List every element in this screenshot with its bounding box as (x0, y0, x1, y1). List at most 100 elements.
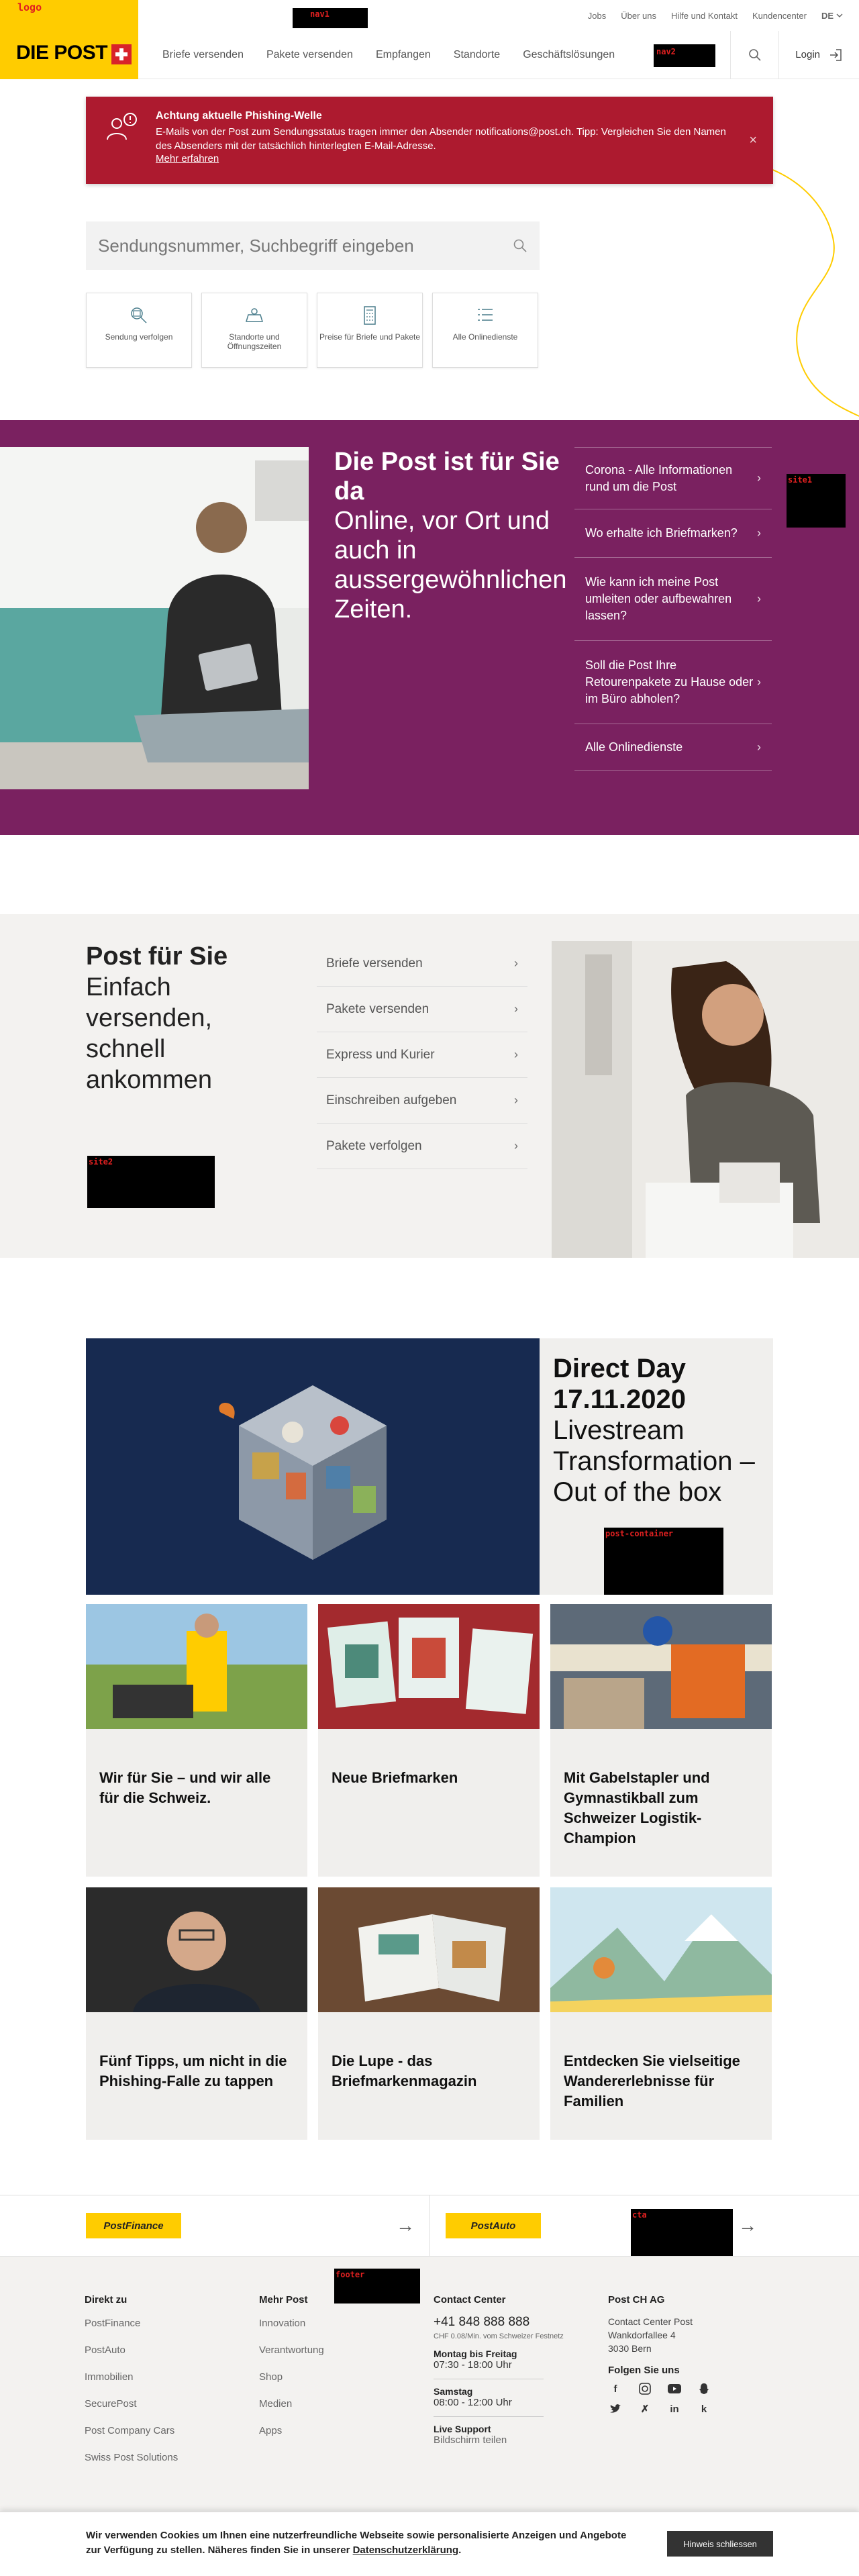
main-nav: logo DIE POST Briefe versenden Pakete ve… (0, 0, 859, 79)
footer-link[interactable]: Immobilien (85, 2369, 178, 2386)
footer-link[interactable]: SecurePost (85, 2395, 178, 2413)
meta-link-jobs[interactable]: Jobs (588, 11, 606, 21)
teaser-card[interactable]: Entdecken Sie vielseitige Wandererlebnis… (550, 1887, 772, 2140)
weekday-label: Montag bis Freitag (434, 2348, 517, 2359)
pfs-link-registered[interactable]: Einschreiben aufgeben › (317, 1078, 527, 1124)
teaser-card[interactable]: Mit Gabelstapler und Gymnastikball zum S… (550, 1604, 772, 1877)
contact-phone[interactable]: +41 848 888 888 (434, 2315, 564, 2330)
facebook-icon[interactable]: f (608, 2381, 623, 2396)
login-button[interactable]: Login (778, 30, 859, 79)
tile-all-services[interactable]: Alle Onlinedienste (432, 293, 538, 368)
contact-phone-note: CHF 0.08/Min. vom Schweizer Festnetz (434, 2332, 564, 2340)
footer-col-title: Mehr Post (259, 2294, 308, 2306)
direct-day-subtitle: Livestream Transformation – Out of the b… (553, 1416, 755, 1507)
footer-col-more: Mehr Post Innovation Verantwortung Shop … (259, 2294, 324, 2449)
pfs-link-label: Pakete verfolgen (326, 1138, 422, 1153)
redacted-nav1 (293, 8, 368, 28)
footer-link[interactable]: Apps (259, 2422, 324, 2440)
meta-link-customer-center[interactable]: Kundencenter (752, 11, 807, 21)
pfs-title: Post für Sie (86, 942, 228, 971)
tile-prices[interactable]: Preise für Briefe und Pakete (317, 293, 423, 368)
snapchat-icon[interactable] (697, 2381, 711, 2396)
chevron-right-icon: › (514, 956, 518, 970)
purple-link-corona[interactable]: Corona - Alle Informationen rund um die … (574, 447, 772, 509)
pfs-link-letters[interactable]: Briefe versenden › (317, 941, 527, 987)
chevron-right-icon: › (757, 471, 761, 485)
alert-people-icon (107, 113, 137, 140)
phishing-alert: Achtung aktuelle Phishing-Welle E-Mails … (86, 97, 773, 184)
alert-content: Achtung aktuelle Phishing-Welle E-Mails … (156, 110, 740, 170)
pfs-link-express[interactable]: Express und Kurier › (317, 1032, 527, 1078)
post-logo[interactable]: logo DIE POST (0, 0, 138, 79)
purple-link-label: Soll die Post Ihre Retourenpakete zu Hau… (585, 658, 754, 705)
live-support-label: Live Support (434, 2424, 491, 2434)
pfs-link-parcels[interactable]: Pakete versenden › (317, 987, 527, 1032)
purple-link-redirect[interactable]: Wie kann ich meine Post umleiten oder au… (574, 557, 772, 640)
privacy-policy-link[interactable]: Datenschutzerklärung (353, 2544, 459, 2556)
logo-label: logo (17, 1, 42, 13)
tile-label: Standorte und Öffnungszeiten (227, 332, 282, 351)
direct-day-teaser[interactable]: Direct Day 17.11.2020 Livestream Transfo… (540, 1338, 773, 1595)
redacted-footer-label: footer (336, 2270, 365, 2279)
nav-item-letters[interactable]: Briefe versenden (162, 49, 244, 61)
instagram-icon[interactable] (638, 2381, 652, 2396)
footer-link[interactable]: Swiss Post Solutions (85, 2449, 178, 2467)
search-input[interactable] (98, 235, 513, 256)
live-support-link[interactable]: Bildschirm teilen (434, 2434, 564, 2446)
tile-locations[interactable]: Standorte und Öffnungszeiten (201, 293, 307, 368)
cookie-close-button[interactable]: Hinweis schliessen (667, 2531, 773, 2557)
tile-track-shipment[interactable]: Sendung verfolgen (86, 293, 192, 368)
kununu-icon[interactable]: k (697, 2401, 711, 2416)
language-label: DE (821, 10, 833, 21)
saturday-hours: 08:00 - 12:00 Uhr (434, 2397, 512, 2408)
track-icon (131, 307, 147, 324)
teaser-card[interactable]: Fünf Tipps, um nicht in die Phishing-Fal… (86, 1887, 307, 2140)
decorative-curve (704, 161, 859, 417)
purple-link-pickup[interactable]: Soll die Post Ihre Retourenpakete zu Hau… (574, 640, 772, 724)
footer-link[interactable]: Medien (259, 2395, 324, 2413)
footer-link[interactable]: PostFinance (85, 2315, 178, 2332)
nav-item-business[interactable]: Geschäftslösungen (523, 49, 615, 61)
nav-search-button[interactable] (730, 30, 778, 79)
footer-link[interactable]: Shop (259, 2369, 324, 2386)
purple-link-stamps[interactable]: Wo erhalte ich Briefmarken? › (574, 509, 772, 557)
cookie-text-block: Wir verwenden Cookies um Ihnen eine nutz… (86, 2528, 636, 2558)
location-icon (245, 308, 264, 322)
nav-item-receive[interactable]: Empfangen (376, 49, 431, 61)
xing-icon[interactable]: ✗ (638, 2401, 652, 2416)
footer-col-title: Post CH AG (608, 2294, 665, 2306)
chevron-right-icon: › (757, 675, 761, 689)
nav-item-locations[interactable]: Standorte (454, 49, 500, 61)
footer-link[interactable]: Post Company Cars (85, 2422, 178, 2440)
alert-close-button[interactable]: × (749, 133, 757, 148)
stamps-image (318, 1604, 540, 1729)
twitter-icon[interactable] (608, 2401, 623, 2416)
teaser-card[interactable]: Wir für Sie – und wir alle für die Schwe… (86, 1604, 307, 1877)
teaser-card[interactable]: Die Lupe - das Briefmarkenmagazin (318, 1887, 540, 2140)
language-selector[interactable]: DE (821, 11, 843, 21)
partner-postfinance[interactable]: PostFinance → (86, 2195, 415, 2256)
magazine-image (318, 1887, 540, 2012)
search-icon[interactable] (513, 238, 527, 253)
purple-link-all-services[interactable]: Alle Onlinedienste › (574, 724, 772, 771)
social-row-2: ✗ in k (608, 2401, 711, 2416)
footer-link[interactable]: PostAuto (85, 2342, 178, 2359)
teaser-card[interactable]: Neue Briefmarken (318, 1604, 540, 1877)
footer: Direkt zu PostFinance PostAuto Immobilie… (0, 2257, 859, 2512)
pfs-link-track[interactable]: Pakete verfolgen › (317, 1124, 527, 1169)
hiking-illustration-image (550, 1887, 772, 2012)
youtube-icon[interactable] (667, 2381, 682, 2396)
footer-col-title: Contact Center (434, 2294, 506, 2306)
linkedin-icon[interactable]: in (667, 2401, 682, 2416)
alert-more-link[interactable]: Mehr erfahren (156, 153, 219, 164)
purple-link-label: Wo erhalte ich Briefmarken? (585, 526, 738, 540)
meta-link-help[interactable]: Hilfe und Kontakt (671, 11, 738, 21)
chevron-right-icon: › (514, 1093, 518, 1107)
footer-link[interactable]: Verantwortung (259, 2342, 324, 2359)
meta-link-about[interactable]: Über uns (621, 11, 656, 21)
nav-item-parcels[interactable]: Pakete versenden (266, 49, 353, 61)
footer-link[interactable]: Innovation (259, 2315, 324, 2332)
arrow-right-icon: → (738, 2215, 757, 2236)
redacted-site2-label: site2 (89, 1157, 113, 1167)
card-title: Wir für Sie – und wir alle für die Schwe… (99, 1769, 271, 1806)
